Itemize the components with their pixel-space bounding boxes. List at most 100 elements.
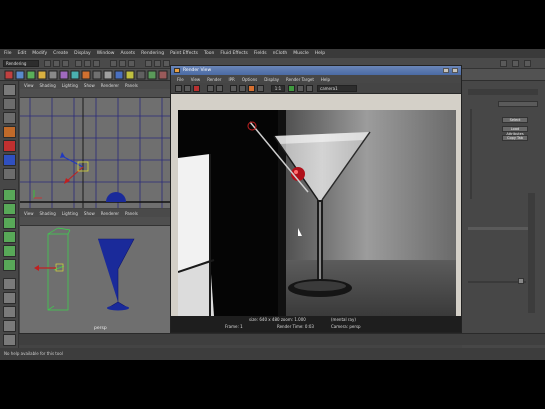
layout-graph-editor-icon[interactable] bbox=[3, 292, 16, 304]
menu-modify[interactable]: Modify bbox=[32, 51, 47, 56]
viewport-persp-toolbar[interactable] bbox=[20, 217, 170, 226]
paint-select-tool-icon[interactable] bbox=[3, 112, 16, 124]
new-scene-icon[interactable] bbox=[44, 60, 51, 67]
layout-persp-icon[interactable] bbox=[3, 278, 16, 290]
layout-render-icon[interactable] bbox=[3, 306, 16, 318]
menu-window[interactable]: Window bbox=[97, 51, 115, 56]
vp2-menu-renderer[interactable]: Renderer bbox=[101, 211, 119, 216]
menu-display[interactable]: Display bbox=[74, 51, 91, 56]
load-attributes-button[interactable]: Load Attributes bbox=[502, 126, 528, 136]
exposure-icon[interactable] bbox=[297, 85, 304, 92]
snap-curve-icon[interactable] bbox=[119, 60, 126, 67]
vp2-menu-lighting[interactable]: Lighting bbox=[62, 211, 78, 216]
select-button[interactable]: Select bbox=[502, 117, 528, 123]
stop-render-icon[interactable] bbox=[193, 85, 200, 92]
layout-uv-icon[interactable] bbox=[3, 320, 16, 332]
remove-image-icon[interactable] bbox=[257, 85, 264, 92]
rv-menu-render-target[interactable]: Render Target bbox=[286, 77, 314, 82]
last-tool-icon[interactable] bbox=[3, 168, 16, 180]
layout-four-icon[interactable] bbox=[3, 203, 16, 215]
tool-settings-toggle-icon[interactable] bbox=[512, 60, 519, 67]
vp-menu-view[interactable]: View bbox=[24, 83, 34, 88]
menu-muscle[interactable]: Muscle bbox=[293, 51, 309, 56]
snap-point-icon[interactable] bbox=[128, 60, 135, 67]
alpha-channel-icon[interactable] bbox=[239, 85, 246, 92]
close-icon[interactable] bbox=[452, 68, 458, 73]
menu-fields[interactable]: Fields bbox=[254, 51, 267, 56]
rv-menu-display[interactable]: Display bbox=[264, 77, 279, 82]
camera-select[interactable]: camera1 bbox=[317, 85, 357, 92]
viewport-side-toolbar[interactable] bbox=[20, 89, 170, 98]
ratio-display[interactable]: 1:1 bbox=[271, 85, 285, 92]
menu-rendering[interactable]: Rendering bbox=[141, 51, 164, 56]
vp-menu-shading[interactable]: Shading bbox=[40, 83, 56, 88]
camera-label: persp bbox=[94, 325, 107, 331]
vp2-menu-panels[interactable]: Panels bbox=[125, 211, 138, 216]
menu-toon[interactable]: Toon bbox=[204, 51, 214, 56]
layout-outliner-icon[interactable] bbox=[3, 231, 16, 243]
select-component-icon[interactable] bbox=[93, 60, 100, 67]
render-region-icon[interactable] bbox=[207, 85, 214, 92]
layout-hypershade-icon[interactable] bbox=[3, 259, 16, 271]
node-name-field[interactable] bbox=[498, 101, 538, 107]
rv-menu-view[interactable]: View bbox=[191, 77, 201, 82]
vp-menu-show[interactable]: Show bbox=[84, 83, 95, 88]
ipr-icon[interactable] bbox=[184, 85, 191, 92]
menu-set-select[interactable]: Rendering bbox=[3, 60, 39, 67]
select-object-icon[interactable] bbox=[84, 60, 91, 67]
minimize-icon[interactable] bbox=[443, 68, 449, 73]
layout-single-icon[interactable] bbox=[3, 189, 16, 201]
stat-frame: Frame: 1 bbox=[225, 324, 243, 329]
rv-menu-ipr[interactable]: IPR bbox=[228, 77, 234, 82]
rv-menu-file[interactable]: File bbox=[177, 77, 184, 82]
vp-menu-lighting[interactable]: Lighting bbox=[62, 83, 78, 88]
time-slider[interactable] bbox=[19, 333, 545, 345]
viewport-side-canvas[interactable] bbox=[20, 98, 170, 208]
snapshot-icon[interactable] bbox=[216, 85, 223, 92]
menu-fluid-effects[interactable]: Fluid Effects bbox=[220, 51, 248, 56]
rotate-tool-icon[interactable] bbox=[3, 140, 16, 152]
menu-edit[interactable]: Edit bbox=[18, 51, 27, 56]
rv-menu-help[interactable]: Help bbox=[321, 77, 330, 82]
layout-two-icon[interactable] bbox=[3, 217, 16, 229]
vp2-menu-shading[interactable]: Shading bbox=[40, 211, 56, 216]
green-icon[interactable] bbox=[288, 85, 295, 92]
vp-menu-panels[interactable]: Panels bbox=[125, 83, 138, 88]
menu-create[interactable]: Create bbox=[53, 51, 68, 56]
keep-image-icon[interactable] bbox=[248, 85, 255, 92]
snap-grid-icon[interactable] bbox=[110, 60, 117, 67]
render-frame-icon[interactable] bbox=[145, 60, 152, 67]
select-hierarchy-icon[interactable] bbox=[75, 60, 82, 67]
open-scene-icon[interactable] bbox=[53, 60, 60, 67]
lasso-tool-icon[interactable] bbox=[3, 98, 16, 110]
rendered-image[interactable] bbox=[178, 110, 456, 316]
save-scene-icon[interactable] bbox=[62, 60, 69, 67]
vp-menu-renderer[interactable]: Renderer bbox=[101, 83, 119, 88]
rv-menu-render[interactable]: Render bbox=[207, 77, 221, 82]
scale-tool-icon[interactable] bbox=[3, 154, 16, 166]
channel-box-toggle-icon[interactable] bbox=[524, 60, 531, 67]
vp2-menu-view[interactable]: View bbox=[24, 211, 34, 216]
attribute-editor-toggle-icon[interactable] bbox=[500, 60, 507, 67]
rv-menu-options[interactable]: Options bbox=[242, 77, 257, 82]
attr-scrollbar[interactable] bbox=[528, 193, 535, 313]
menu-assets[interactable]: Assets bbox=[120, 51, 135, 56]
menu-paint-effects[interactable]: Paint Effects bbox=[170, 51, 198, 56]
menu-ncloth[interactable]: nCloth bbox=[273, 51, 288, 56]
attr-slider-handle[interactable] bbox=[518, 278, 524, 284]
move-tool-icon[interactable] bbox=[3, 126, 16, 138]
vp2-menu-show[interactable]: Show bbox=[84, 211, 95, 216]
menu-help[interactable]: Help bbox=[315, 51, 325, 56]
layout-custom-icon[interactable] bbox=[3, 334, 16, 346]
ipr-render-icon[interactable] bbox=[154, 60, 161, 67]
select-tool-icon[interactable] bbox=[3, 84, 16, 96]
render-settings-icon[interactable] bbox=[163, 60, 170, 67]
copy-tab-button[interactable]: Copy Tab bbox=[502, 135, 528, 141]
menu-file[interactable]: File bbox=[4, 51, 12, 56]
attr-tabs[interactable] bbox=[468, 89, 538, 95]
color-channels-icon[interactable] bbox=[230, 85, 237, 92]
viewport-persp-canvas[interactable]: persp bbox=[20, 226, 170, 333]
gamma-icon[interactable] bbox=[306, 85, 313, 92]
redo-render-icon[interactable] bbox=[175, 85, 182, 92]
layout-graph-icon[interactable] bbox=[3, 245, 16, 257]
